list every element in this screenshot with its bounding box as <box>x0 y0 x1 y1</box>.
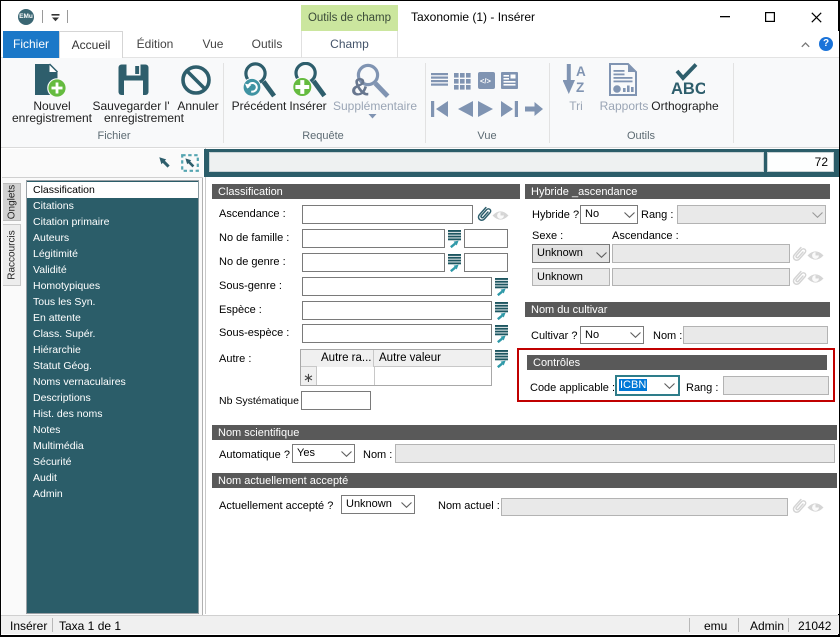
svg-text:</>: </> <box>480 77 491 86</box>
svg-text:ABC: ABC <box>671 80 705 96</box>
svg-text:&: & <box>351 74 369 99</box>
svg-text:Z: Z <box>576 80 584 95</box>
svg-text:A: A <box>576 64 586 79</box>
